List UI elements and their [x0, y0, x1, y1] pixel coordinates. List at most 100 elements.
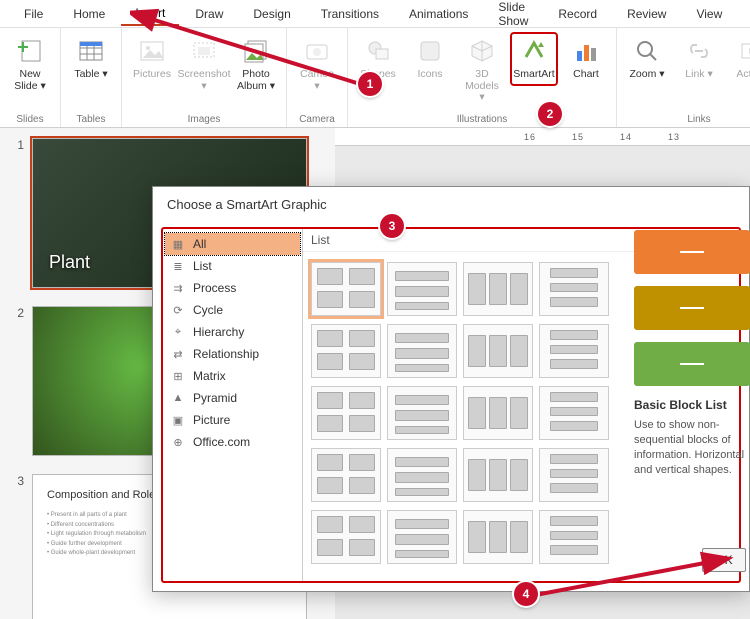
gallery-item-2[interactable] — [463, 262, 533, 316]
gallery-item-8[interactable] — [311, 386, 381, 440]
menu-design[interactable]: Design — [239, 3, 304, 25]
group-label: Illustrations — [457, 112, 508, 125]
3d-models-icon — [468, 37, 496, 65]
category-icon: ▦ — [171, 237, 185, 251]
category-cycle[interactable]: ⟳Cycle — [165, 299, 300, 321]
menu-home[interactable]: Home — [59, 3, 119, 25]
category-icon: ⊕ — [171, 435, 185, 449]
gallery-item-7[interactable] — [539, 324, 609, 378]
table-label: Table ▾ — [74, 69, 107, 81]
category-all[interactable]: ▦ All — [165, 233, 300, 255]
pictures-button[interactable]: Pictures — [128, 32, 176, 86]
menu-develop[interactable]: Develop — [738, 3, 750, 25]
zoom-button[interactable]: Zoom ▾ — [623, 32, 671, 86]
category-label: Office.com — [193, 435, 250, 449]
gallery-item-15[interactable] — [539, 448, 609, 502]
new-slide-button[interactable]: New Slide ▾ — [6, 32, 54, 97]
gallery-item-0[interactable] — [311, 262, 381, 316]
menu-view[interactable]: View — [682, 3, 736, 25]
category-icon: ≣ — [171, 259, 185, 273]
group-label: Links — [687, 112, 710, 125]
screenshot-button[interactable]: Screenshot ▾ — [180, 32, 228, 97]
category-picture[interactable]: ▣Picture — [165, 409, 300, 431]
category-label: Picture — [193, 413, 230, 427]
callout-4: 4 — [514, 582, 538, 606]
chart-button[interactable]: Chart — [562, 32, 610, 86]
gallery-item-11[interactable] — [539, 386, 609, 440]
gallery-item-6[interactable] — [463, 324, 533, 378]
icons-button[interactable]: Icons — [406, 32, 454, 86]
gallery-item-16[interactable] — [311, 510, 381, 564]
pictures-icon — [138, 37, 166, 65]
menu-insert[interactable]: Insert — [121, 2, 179, 26]
link-button[interactable]: Link ▾ — [675, 32, 723, 86]
gallery-item-12[interactable] — [311, 448, 381, 502]
category-icon: ▲ — [171, 391, 185, 405]
preview-swatch — [634, 342, 750, 386]
3d-models-button[interactable]: 3D Models ▾ — [458, 32, 506, 109]
gallery-item-4[interactable] — [311, 324, 381, 378]
gallery-item-10[interactable] — [463, 386, 533, 440]
menu-review[interactable]: Review — [613, 3, 680, 25]
category-pyramid[interactable]: ▲ Pyramid — [165, 387, 300, 409]
category-icon: ⊞ — [171, 369, 185, 383]
menu-animations[interactable]: Animations — [395, 3, 482, 25]
category-icon: ⟳ — [171, 303, 185, 317]
category-list[interactable]: ≣ List — [165, 255, 300, 277]
menu-file[interactable]: File — [10, 3, 57, 25]
horizontal-ruler: 16151413 — [335, 128, 750, 146]
ribbon-group-links: Zoom ▾Link ▾Action Links — [617, 28, 750, 127]
category-label: List — [193, 259, 212, 273]
photo-album-icon — [242, 37, 270, 65]
category-relationship[interactable]: ⇄Relationship — [165, 343, 300, 365]
action-button[interactable]: Action — [727, 32, 750, 86]
photo-album-button[interactable]: Photo Album ▾ — [232, 32, 280, 97]
ok-button[interactable]: OK — [702, 548, 746, 572]
gallery-item-1[interactable] — [387, 262, 457, 316]
category-matrix[interactable]: ⊞Matrix — [165, 365, 300, 387]
category-process[interactable]: ⇉Process — [165, 277, 300, 299]
group-label: Tables — [77, 112, 106, 125]
gallery-item-5[interactable] — [387, 324, 457, 378]
category-label: Pyramid — [193, 391, 237, 405]
gallery-item-9[interactable] — [387, 386, 457, 440]
smartart-button[interactable]: SmartArt — [510, 32, 558, 86]
gallery-item-14[interactable] — [463, 448, 533, 502]
pictures-label: Pictures — [133, 69, 171, 81]
menu-slide show[interactable]: Slide Show — [484, 0, 542, 32]
gallery-item-19[interactable] — [539, 510, 609, 564]
menu-draw[interactable]: Draw — [181, 3, 237, 25]
gallery-item-3[interactable] — [539, 262, 609, 316]
preview-description: Use to show non-sequential blocks of inf… — [634, 418, 750, 477]
ribbon-group-tables: Table ▾ Tables — [61, 28, 122, 127]
link-icon — [685, 37, 713, 65]
chart-icon — [572, 37, 600, 65]
ribbon-group-slides: New Slide ▾Slides — [0, 28, 61, 127]
table-button[interactable]: Table ▾ — [67, 32, 115, 86]
icons-icon — [416, 37, 444, 65]
gallery-item-18[interactable] — [463, 510, 533, 564]
new-slide-icon — [16, 37, 44, 65]
photo-album-label: Photo Album ▾ — [235, 69, 277, 92]
category-office-com[interactable]: ⊕ Office.com — [165, 431, 300, 453]
menu-record[interactable]: Record — [544, 3, 611, 25]
screenshot-label: Screenshot ▾ — [177, 69, 230, 92]
category-hierarchy[interactable]: ⌖Hierarchy — [165, 321, 300, 343]
menu-bar: FileHomeInsertDrawDesignTransitionsAnima… — [0, 0, 750, 28]
cameo-button[interactable]: Cameo ▾ — [293, 32, 341, 97]
gallery-item-13[interactable] — [387, 448, 457, 502]
category-label: Process — [193, 281, 236, 295]
menu-transitions[interactable]: Transitions — [307, 3, 393, 25]
smartart-label: SmartArt — [513, 69, 554, 81]
gallery-item-17[interactable] — [387, 510, 457, 564]
category-icon: ⌖ — [171, 325, 185, 339]
smartart-icon — [520, 37, 548, 65]
thumb-number: 2 — [10, 306, 24, 320]
action-icon — [737, 37, 750, 65]
ribbon-group-camera: Cameo ▾Camera — [287, 28, 348, 127]
new-slide-label: New Slide ▾ — [9, 69, 51, 92]
category-icon: ⇄ — [171, 347, 185, 361]
category-label: All — [193, 237, 206, 251]
callout-3: 3 — [380, 214, 404, 238]
chart-label: Chart — [573, 69, 599, 81]
